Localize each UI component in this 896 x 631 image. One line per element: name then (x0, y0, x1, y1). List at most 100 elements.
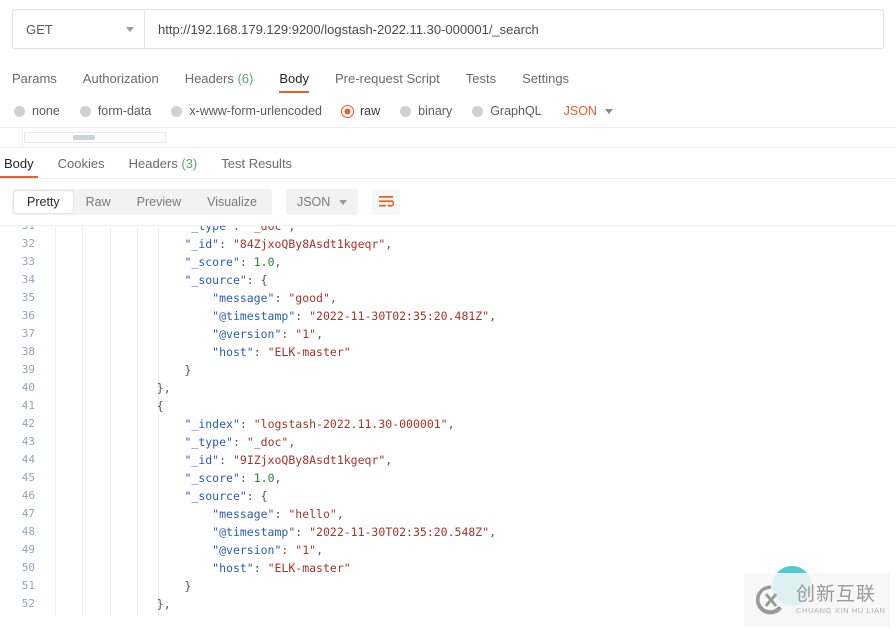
token: "_index" (184, 417, 239, 431)
token: "_source" (184, 273, 246, 287)
view-mode-preview[interactable]: Preview (124, 191, 194, 213)
token: "@timestamp" (212, 309, 295, 323)
token: : (219, 237, 233, 251)
token: "2022-11-30T02:35:20.548Z" (309, 525, 489, 539)
request-tab-authorization[interactable]: Authorization (83, 71, 159, 93)
watermark-text: 创新互联 CHUANG XIN HU LIAN (796, 585, 886, 615)
body-type-binary[interactable]: binary (400, 104, 452, 118)
view-mode-visualize[interactable]: Visualize (194, 191, 270, 213)
token: 1.0 (254, 471, 275, 485)
line-number: 31 (0, 225, 44, 235)
code-text: "message": "good", (44, 289, 896, 307)
tab-label: Pre-request Script (335, 71, 440, 86)
code-line: 39 } (0, 361, 896, 379)
view-mode-pretty[interactable]: Pretty (14, 191, 73, 213)
body-type-form-data[interactable]: form-data (80, 104, 152, 118)
token: : (295, 309, 309, 323)
scrollbar-thumb[interactable] (73, 135, 95, 140)
radio-icon (80, 106, 91, 117)
line-number: 52 (0, 595, 44, 613)
chevron-down-icon (126, 27, 134, 32)
response-tab-test-results[interactable]: Test Results (221, 156, 292, 178)
request-tab-body[interactable]: Body (279, 71, 309, 93)
tab-label: Authorization (83, 71, 159, 86)
request-tab-params[interactable]: Params (12, 71, 57, 93)
line-number: 36 (0, 307, 44, 325)
request-body-editor-strip[interactable] (0, 127, 896, 148)
token: "logstash-2022.11.30-000001" (254, 417, 448, 431)
body-type-none[interactable]: none (14, 104, 60, 118)
radio-icon (400, 106, 411, 117)
token: "good" (288, 291, 330, 305)
token: "_id" (184, 453, 219, 467)
code-text: "@version": "1", (44, 325, 896, 343)
request-tab-pre-request-script[interactable]: Pre-request Script (335, 71, 440, 93)
horizontal-scrollbar[interactable] (24, 132, 166, 143)
token: : (281, 543, 295, 557)
line-number: 38 (0, 343, 44, 361)
code-text: "_index": "logstash-2022.11.30-000001", (44, 415, 896, 433)
code-text: "_score": 1.0, (44, 253, 896, 271)
body-type-x-www-form-urlencoded[interactable]: x-www-form-urlencoded (171, 104, 322, 118)
code-text: } (44, 361, 896, 379)
chevron-down-icon (339, 200, 347, 205)
token: 1.0 (254, 255, 275, 269)
token: : (274, 507, 288, 521)
http-method-select[interactable]: GET (13, 10, 145, 48)
token: "1" (295, 543, 316, 557)
radio-icon (14, 106, 25, 117)
raw-format-select[interactable]: JSON (564, 104, 613, 118)
token: : (240, 471, 254, 485)
token: , (448, 417, 455, 431)
code-line: 47 "message": "hello", (0, 505, 896, 523)
body-type-label: raw (360, 104, 380, 118)
token: "hello" (288, 507, 336, 521)
token: "@version" (212, 543, 281, 557)
request-tab-settings[interactable]: Settings (522, 71, 569, 93)
response-tab-cookies[interactable]: Cookies (58, 156, 105, 178)
token: "2022-11-30T02:35:20.481Z" (309, 309, 489, 323)
body-type-raw[interactable]: raw (342, 104, 380, 118)
editor-gutter (0, 128, 23, 148)
body-type-graphql[interactable]: GraphQL (472, 104, 541, 118)
radio-icon (342, 106, 353, 117)
token: "ELK-master" (268, 345, 351, 359)
line-number: 50 (0, 559, 44, 577)
tab-label: Tests (466, 71, 496, 86)
code-line: 38 "host": "ELK-master" (0, 343, 896, 361)
token: } (184, 363, 191, 377)
watermark-en: CHUANG XIN HU LIAN (796, 607, 886, 615)
tab-label: Test Results (221, 156, 292, 171)
response-body-viewer[interactable]: 31 "_type": "_doc",32 "_id": "84ZjxoQBy8… (0, 225, 896, 616)
response-view-mode-group: PrettyRawPreviewVisualize (12, 189, 272, 215)
request-tab-bar: Params Authorization Headers (6) Body Pre-re… (0, 59, 896, 93)
token: "_doc" (247, 225, 289, 233)
tab-label: Params (12, 71, 57, 86)
code-text: "@version": "1", (44, 541, 896, 559)
code-text: "_id": "84ZjxoQBy8Asdt1kgeqr", (44, 235, 896, 253)
tab-label: Cookies (58, 156, 105, 171)
word-wrap-icon[interactable] (372, 189, 400, 215)
code-lines: 31 "_type": "_doc",32 "_id": "84ZjxoQBy8… (0, 225, 896, 613)
token: "@version" (212, 327, 281, 341)
watermark: 创新互联 CHUANG XIN HU LIAN (744, 573, 890, 627)
request-url-input[interactable]: http://192.168.179.129:9200/logstash-202… (145, 10, 883, 48)
token: "host" (212, 561, 254, 575)
request-tab-headers[interactable]: Headers (6) (185, 71, 254, 93)
token: , (489, 309, 496, 323)
radio-icon (472, 106, 483, 117)
response-tab-body[interactable]: Body (4, 156, 34, 178)
response-format-select[interactable]: JSON (286, 189, 358, 215)
line-number: 34 (0, 271, 44, 289)
response-tab-headers[interactable]: Headers (3) (129, 156, 198, 178)
request-url-text: http://192.168.179.129:9200/logstash-202… (158, 22, 539, 37)
request-tab-tests[interactable]: Tests (466, 71, 496, 93)
token: : (219, 453, 233, 467)
token: , (275, 255, 282, 269)
response-format-label: JSON (297, 195, 330, 209)
body-type-label: binary (418, 104, 452, 118)
tab-label: Settings (522, 71, 569, 86)
token: : (254, 561, 268, 575)
view-mode-raw[interactable]: Raw (73, 191, 124, 213)
token: "9IZjxoQBy8Asdt1kgeqr" (233, 453, 385, 467)
